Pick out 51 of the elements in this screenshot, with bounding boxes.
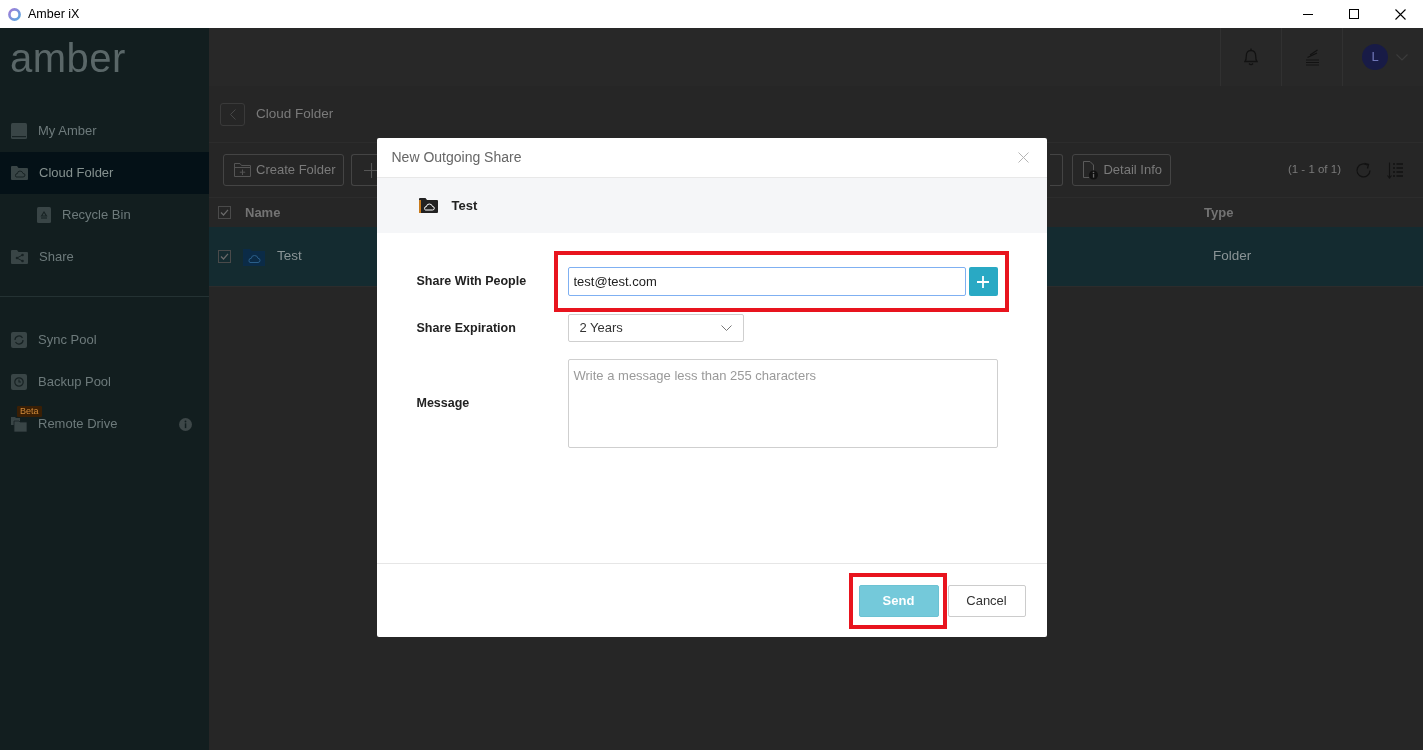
chevron-down-icon[interactable]	[720, 325, 732, 331]
sidebar-item[interactable]: Recycle Bin	[0, 194, 209, 236]
cloud-folder-icon	[418, 198, 438, 213]
sidebar-item[interactable]: Share	[0, 236, 209, 278]
plus-icon[interactable]	[364, 162, 380, 178]
folder-icon	[243, 247, 265, 266]
message-field[interactable]: Write a message less than 255 characters	[567, 359, 998, 448]
avatar[interactable]: L	[1362, 44, 1388, 70]
close-icon[interactable]	[1394, 8, 1406, 20]
email-field[interactable]: test@test.com	[567, 267, 966, 296]
field-label: Share With People	[416, 273, 528, 291]
folder-plus-icon	[234, 163, 251, 177]
sidebar-item[interactable]: Beta Remote Drive	[0, 403, 209, 445]
info-icon[interactable]	[179, 417, 192, 431]
file-type: Folder	[1213, 248, 1252, 264]
window-title: Amber iX	[28, 5, 80, 23]
chevron-left-icon[interactable]	[229, 108, 236, 120]
app-logo-icon	[8, 7, 21, 21]
column-header[interactable]: Type	[1204, 204, 1234, 220]
folders-icon	[11, 416, 27, 432]
expiration-select[interactable]: 2 Years	[567, 314, 744, 342]
checkbox[interactable]	[218, 206, 231, 219]
file-name: Test	[277, 248, 302, 264]
backup-icon	[11, 374, 27, 390]
checkbox[interactable]	[218, 250, 231, 263]
toolbar-button[interactable]: Create Folder	[223, 154, 345, 186]
sidebar-item[interactable]: Cloud Folder	[0, 152, 209, 194]
item-name: Test	[451, 196, 478, 215]
field-label: Share Expiration	[416, 319, 517, 337]
dialog-title: New Outgoing Share	[391, 148, 522, 167]
field-label: Message	[416, 395, 471, 413]
back-button[interactable]	[220, 102, 245, 126]
toolbar-button[interactable]	[1050, 154, 1064, 186]
file-info-icon	[1083, 160, 1099, 180]
column-header[interactable]: Name	[245, 204, 281, 220]
share-folder-icon	[11, 250, 28, 264]
beta-badge: Beta	[17, 406, 42, 417]
maximize-icon[interactable]	[1349, 9, 1359, 19]
cloud-folder-icon	[11, 166, 28, 180]
sidebar-item[interactable]: Backup Pool	[0, 361, 209, 403]
sidebar-item[interactable]: Sync Pool	[0, 319, 209, 361]
page-count: (1 - 1 of 1)	[1287, 162, 1341, 178]
page-title: Cloud Folder	[256, 104, 334, 123]
device-icon	[11, 123, 27, 139]
recycle-bin-icon	[37, 207, 51, 223]
minimize-icon[interactable]	[1303, 13, 1313, 15]
sync-icon	[11, 332, 27, 348]
toolbar-button[interactable]: Detail Info	[1072, 154, 1172, 186]
sidebar-item[interactable]: My Amber	[0, 110, 209, 152]
cancel-button[interactable]: Cancel	[947, 584, 1026, 617]
logo-wordmark: amber	[9, 35, 126, 82]
